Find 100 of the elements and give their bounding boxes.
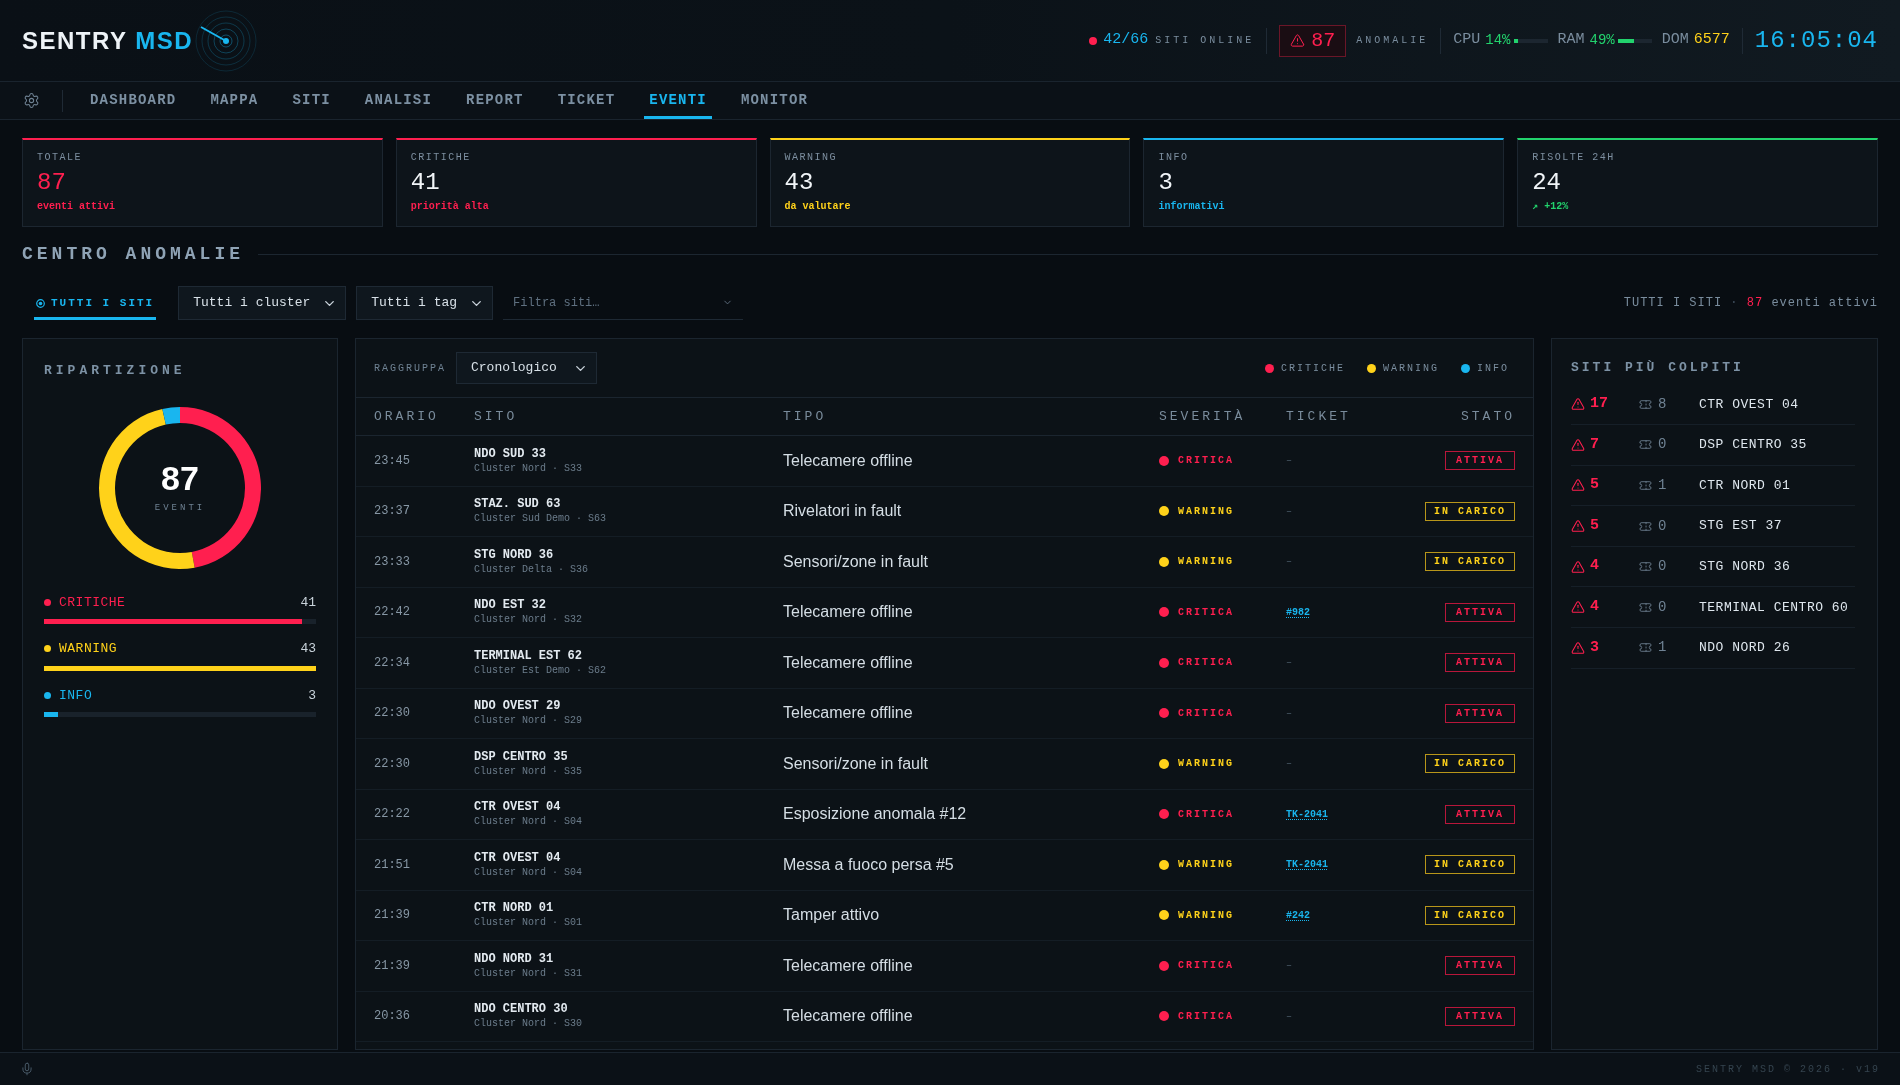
legend-value: 41: [300, 593, 316, 612]
severity-label: CRITICA: [1178, 706, 1234, 721]
site-name: STG EST 37: [1699, 517, 1782, 536]
event-time: 23:45: [374, 452, 411, 470]
ticket-dash: –: [1286, 959, 1292, 974]
event-type: Tamper attivo: [783, 905, 881, 926]
ticket-link[interactable]: #982: [1286, 604, 1310, 620]
nav-tab[interactable]: DASHBOARD: [85, 82, 182, 119]
stat-note: informativi: [1158, 200, 1226, 214]
event-type: Messa a fuoco persa #5: [783, 854, 955, 875]
warning-icon: [1571, 519, 1585, 534]
panel-title: SITI PIÙ COLPITI: [1571, 359, 1745, 377]
site-cluster: Cluster Sud Demo · S63: [474, 512, 608, 526]
nav-tab[interactable]: REPORT: [461, 82, 529, 119]
event-type: Telecamere offline: [783, 1006, 914, 1027]
site-cluster: Cluster Nord · S35: [474, 764, 584, 778]
stat-note: da valutare: [784, 200, 852, 214]
microphone-icon[interactable]: [20, 1062, 34, 1076]
site-name: CTR OVEST 04: [1699, 395, 1799, 414]
column-header: TICKET: [1286, 407, 1352, 426]
ticket-dash: –: [1286, 504, 1292, 519]
site-cluster: Cluster Nord · S04: [474, 815, 584, 829]
scope-tab[interactable]: TUTTI I SITI: [34, 286, 157, 320]
severity-label: WARNING: [1178, 555, 1234, 570]
dropdown-select[interactable]: Tutti i tag: [356, 286, 494, 320]
site-name: STG NORD 36: [1699, 557, 1791, 576]
site-name: NDO NORD 26: [1699, 639, 1791, 658]
status-tag: ATTIVA: [1445, 653, 1515, 673]
stat-value: 24: [1532, 168, 1562, 198]
stat-value: 87: [37, 168, 67, 198]
anomaly-count: 17: [1590, 394, 1608, 415]
event-time: 21:51: [374, 856, 411, 874]
warning-icon: [1571, 600, 1585, 615]
ticket-link[interactable]: TK-2041: [1286, 806, 1328, 822]
event-type: Rivelatori in fault: [783, 501, 903, 522]
event-type: Telecamere offline: [783, 450, 914, 471]
anomaly-counter[interactable]: 87: [1279, 24, 1347, 57]
legend-label: CRITICHE: [59, 593, 126, 612]
anomaly-count: 7: [1590, 434, 1599, 455]
ticket-link[interactable]: #242: [1286, 907, 1310, 923]
site-name: DSP CENTRO 35: [1699, 436, 1807, 455]
site-cluster: Cluster Est Demo · S62: [474, 663, 608, 677]
column-header: TIPO: [783, 407, 828, 426]
ticket-count: 0: [1658, 516, 1667, 536]
stat-value: 41: [410, 168, 441, 198]
radio-dot-icon: [36, 298, 45, 308]
metric-value: 49%: [1589, 31, 1615, 50]
site-name: NDO SUD 33: [474, 446, 547, 462]
ticket-link[interactable]: TK-2041: [1286, 857, 1328, 873]
ticket-icon: [1639, 600, 1652, 614]
ticket-dash: –: [1286, 757, 1292, 772]
site-name: NDO NORD 31: [474, 951, 555, 967]
event-type: Telecamere offline: [783, 955, 914, 976]
stat-value: 3: [1158, 168, 1174, 198]
nav-tab[interactable]: TICKET: [552, 82, 621, 119]
metric-label: RAM: [1557, 30, 1585, 51]
event-type: Telecamere offline: [783, 602, 914, 623]
legend-label: WARNING: [1382, 361, 1439, 376]
ticket-icon: [1639, 560, 1652, 574]
severity-label: CRITICA: [1178, 1009, 1234, 1024]
status-tag: ATTIVA: [1445, 1006, 1515, 1026]
event-time: 22:30: [374, 755, 411, 773]
ticket-count: 0: [1658, 557, 1667, 577]
nav-tab[interactable]: MONITOR: [735, 82, 814, 119]
event-time: 23:33: [374, 553, 411, 571]
status-tag: ATTIVA: [1445, 602, 1515, 622]
site-name: NDO OVEST 29: [474, 699, 562, 715]
site-cluster: Cluster Nord · S04: [474, 865, 584, 879]
site-cluster: Cluster Nord · S33: [474, 461, 584, 475]
severity-label: CRITICA: [1178, 605, 1234, 620]
ticket-icon: [1639, 397, 1652, 411]
severity-label: WARNING: [1178, 908, 1234, 923]
ticket-count: 0: [1658, 435, 1667, 455]
stat-label: WARNING: [784, 152, 839, 164]
search-field[interactable]: Filtra siti…: [503, 286, 744, 320]
legend-label: INFO: [1477, 361, 1509, 376]
site-cluster: Cluster Nord · S30: [474, 1017, 584, 1031]
ticket-count: 1: [1658, 638, 1667, 658]
ticket-dash: –: [1286, 454, 1292, 469]
donut-label: EVENTI: [154, 501, 206, 515]
legend-label: CRITICHE: [1280, 361, 1345, 376]
ticket-dash: –: [1286, 555, 1292, 570]
anomaly-count: 4: [1590, 556, 1599, 577]
dropdown-select[interactable]: Tutti i cluster: [178, 286, 347, 320]
radar-icon: [195, 9, 258, 72]
group-select[interactable]: Cronologico: [456, 352, 597, 384]
nav-tab[interactable]: ANALISI: [359, 82, 438, 119]
status-tag: IN CARICO: [1425, 552, 1515, 572]
nav-tab[interactable]: EVENTI: [644, 82, 712, 119]
sites-online-label: SITI ONLINE: [1155, 34, 1255, 48]
group-label: RAGGRUPPA: [374, 361, 446, 376]
ticket-icon: [1639, 438, 1652, 452]
nav-tab[interactable]: MAPPA: [205, 82, 264, 119]
metric-value: 14%: [1485, 31, 1511, 50]
filter-summary: TUTTI I SITI · 87 eventi attivi: [1623, 295, 1878, 312]
event-type: Telecamere offline: [783, 652, 914, 673]
nav-tab[interactable]: SITI: [287, 82, 336, 119]
anomaly-label: ANOMALIE: [1356, 34, 1429, 48]
site-name: STG NORD 36: [474, 547, 555, 563]
event-time: 22:22: [374, 806, 411, 824]
